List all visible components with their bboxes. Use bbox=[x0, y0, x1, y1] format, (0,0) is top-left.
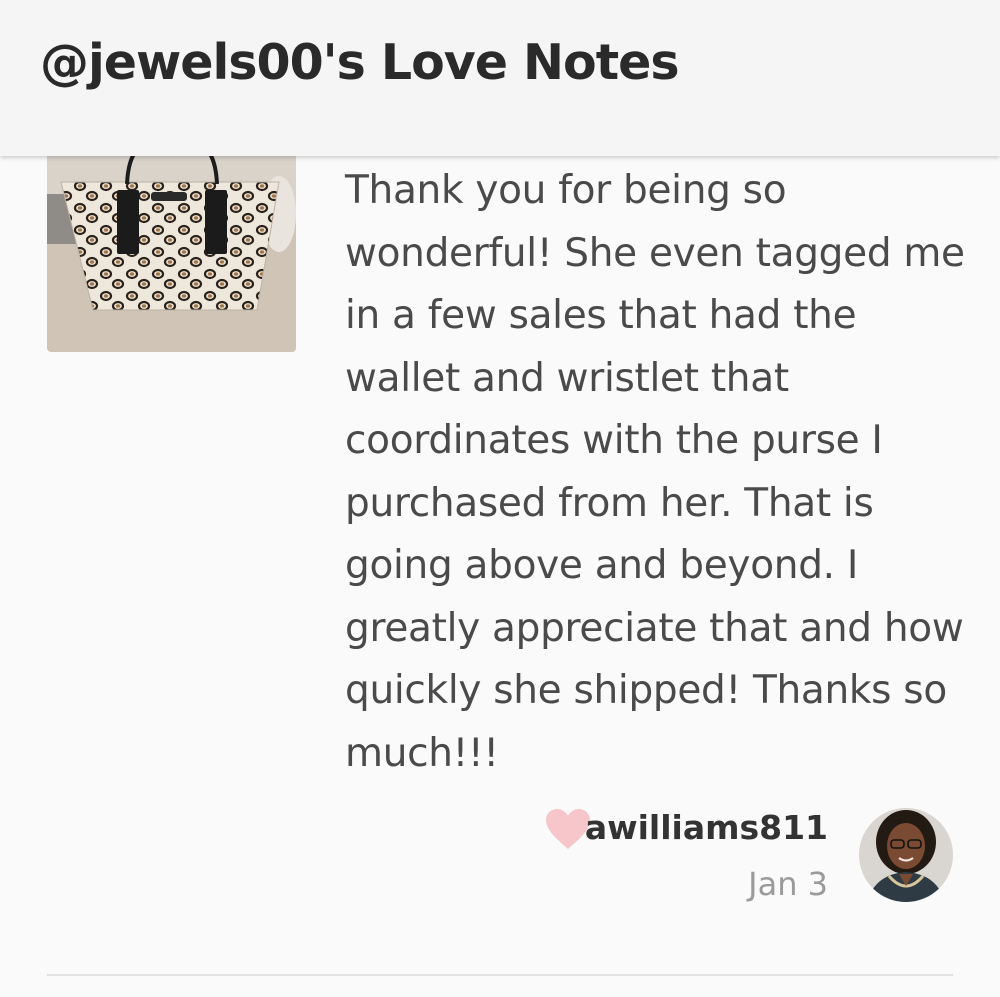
leopard-tote-bag-image bbox=[47, 156, 296, 352]
app-header: @jewels00's Love Notes bbox=[0, 0, 1000, 156]
love-note-text: Thank you for being so wonderful! She ev… bbox=[345, 168, 965, 776]
note-date: Jan 3 bbox=[748, 865, 828, 903]
author-username[interactable]: awilliams811 bbox=[585, 808, 828, 847]
page-title: @jewels00's Love Notes bbox=[40, 34, 680, 91]
love-note-card: Thank you for being so wonderful! She ev… bbox=[0, 156, 1000, 997]
avatar[interactable] bbox=[859, 808, 953, 902]
user-avatar-image bbox=[859, 808, 953, 902]
divider bbox=[47, 974, 953, 976]
product-photo[interactable] bbox=[47, 156, 296, 352]
